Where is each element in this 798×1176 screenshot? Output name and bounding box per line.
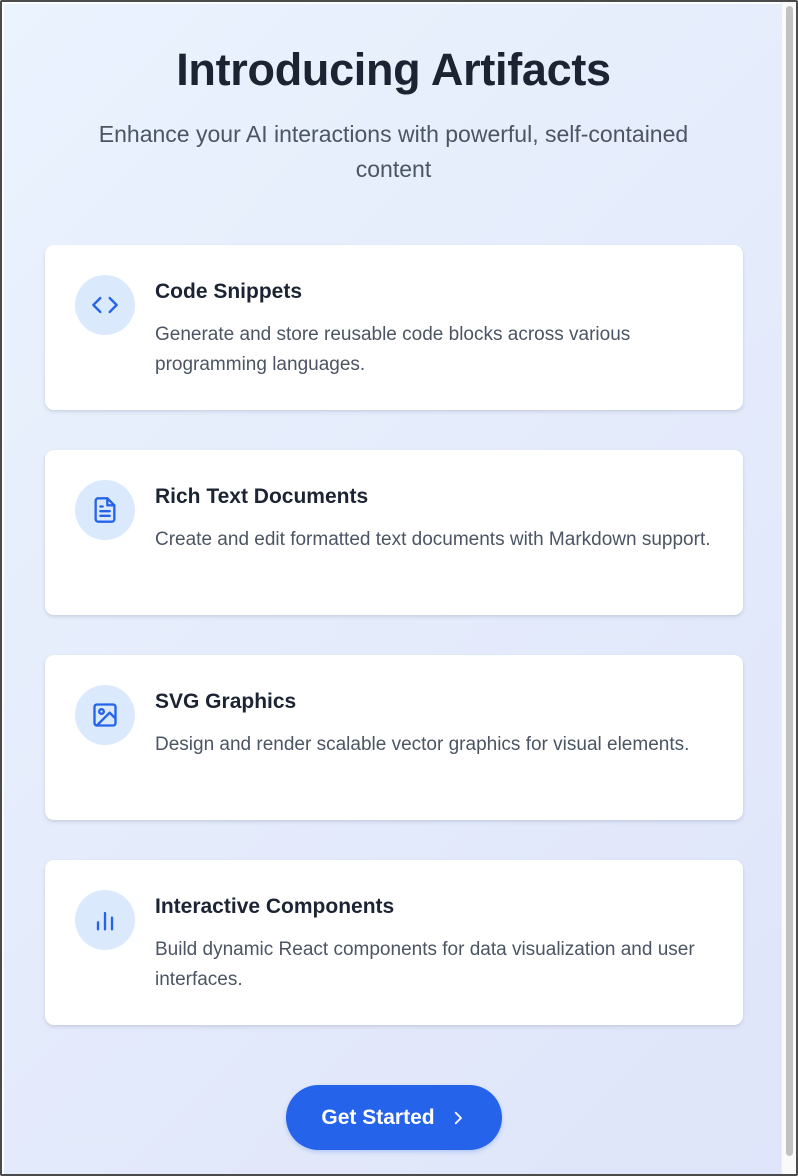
feature-title: Rich Text Documents [155,485,369,508]
image-icon [75,685,135,745]
get-started-button[interactable]: Get Started [286,1085,502,1150]
page-title: Introducing Artifacts [176,44,611,95]
feature-card-svg-graphics: SVG Graphics Design and render scalable … [45,655,743,820]
feature-description: Create and edit formatted text documents… [155,529,711,550]
feature-card-code-snippets: Code Snippets Generate and store reusabl… [45,245,743,410]
code-icon [75,275,135,335]
feature-title: Interactive Components [155,895,395,918]
feature-description: Generate and store reusable code blocks … [155,324,631,375]
document-icon [75,480,135,540]
feature-description: Build dynamic React components for data … [155,939,695,990]
feature-description: Design and render scalable vector graphi… [155,734,690,755]
bar-chart-icon [75,890,135,950]
feature-title: Code Snippets [155,280,303,303]
vertical-scrollbar[interactable] [781,2,796,1174]
chevron-right-icon [454,1111,462,1124]
page-subtitle: Enhance your AI interactions with powerf… [98,121,689,182]
feature-title: SVG Graphics [155,690,297,713]
feature-card-interactive-components: Interactive Components Build dynamic Rea… [45,860,743,1025]
get-started-label: Get Started [321,1105,435,1129]
scrollbar-thumb[interactable] [786,6,793,1156]
feature-card-rich-text: Rich Text Documents Create and edit form… [45,450,743,615]
artifacts-intro-page: Introducing Artifacts Enhance your AI in… [4,4,783,1174]
window-frame: Introducing Artifacts Enhance your AI in… [0,0,798,1176]
